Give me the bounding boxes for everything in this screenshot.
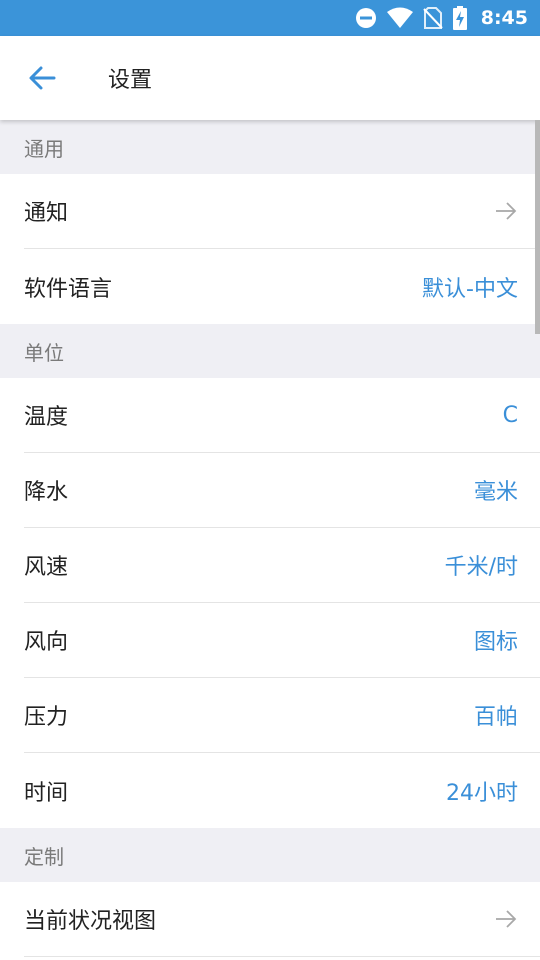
setting-value: 24小时 — [446, 780, 518, 806]
setting-label: 风速 — [24, 555, 69, 580]
section-header-custom: 定制 — [0, 828, 540, 882]
setting-label: 软件语言 — [24, 276, 113, 302]
arrow-right-icon — [496, 202, 517, 220]
setting-label: 通知 — [24, 201, 69, 226]
settings-list: 通用 通知 软件语言 默认-中文 单位 温度 C 降水 毫米 风速 千米/时 风… — [0, 120, 540, 960]
wifi-icon — [386, 7, 413, 28]
app-bar: 设置 — [0, 36, 540, 120]
section-header-units: 单位 — [0, 324, 540, 378]
back-arrow-icon — [29, 66, 56, 90]
setting-label: 风向 — [24, 630, 69, 655]
setting-label: 降水 — [24, 480, 69, 505]
setting-value: 图标 — [473, 630, 518, 655]
setting-label: 温度 — [24, 405, 69, 430]
setting-temperature[interactable]: 温度 C — [24, 378, 540, 453]
setting-wind-direction[interactable]: 风向 图标 — [24, 603, 540, 678]
setting-value: 千米/时 — [444, 555, 518, 580]
setting-value: 毫米 — [473, 480, 518, 505]
arrow-right-icon — [496, 910, 517, 928]
setting-label: 时间 — [24, 780, 69, 806]
status-bar: 8:45 — [0, 0, 540, 36]
setting-value: 默认-中文 — [422, 276, 518, 302]
setting-current-view[interactable]: 当前状况视图 — [24, 882, 540, 957]
scrollbar[interactable] — [535, 120, 540, 334]
do-not-disturb-icon — [355, 8, 376, 28]
setting-time-format[interactable]: 时间 24小时 — [24, 753, 540, 828]
setting-pressure[interactable]: 压力 百帕 — [24, 678, 540, 753]
status-time: 8:45 — [480, 7, 528, 29]
battery-charging-icon — [452, 6, 467, 30]
setting-wind-speed[interactable]: 风速 千米/时 — [24, 528, 540, 603]
setting-notifications[interactable]: 通知 — [24, 174, 540, 249]
setting-value: 百帕 — [473, 705, 518, 730]
no-sim-icon — [423, 7, 443, 29]
setting-value: C — [502, 402, 518, 428]
section-header-general: 通用 — [0, 120, 540, 174]
setting-language[interactable]: 软件语言 默认-中文 — [24, 249, 540, 324]
back-button[interactable] — [0, 36, 84, 120]
setting-label: 压力 — [24, 705, 69, 730]
page-title: 设置 — [108, 68, 153, 93]
setting-label: 当前状况视图 — [24, 909, 157, 934]
setting-precipitation[interactable]: 降水 毫米 — [24, 453, 540, 528]
